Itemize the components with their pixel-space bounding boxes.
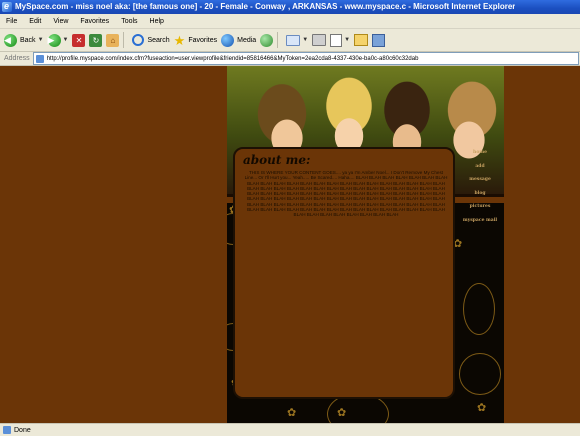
address-label: Address: [4, 55, 30, 62]
menu-bar: File Edit View Favorites Tools Help: [0, 14, 580, 29]
internet-explorer-icon: [2, 0, 12, 13]
about-me-box: about me: THIS IS WHERE YOUR CONTENT GOE…: [233, 147, 455, 399]
chevron-down-icon: ▼: [344, 37, 351, 43]
page-icon: [35, 54, 44, 63]
forward-button[interactable]: ▶ ▼: [47, 31, 69, 49]
messenger-button[interactable]: [372, 31, 386, 49]
back-button[interactable]: ◀ Back ▼: [4, 31, 44, 49]
address-bar: Address http://profile.myspace.com/index…: [0, 52, 580, 66]
search-icon: [132, 34, 145, 46]
swirl-ornament: [459, 353, 501, 395]
chevron-down-icon: ▼: [37, 37, 44, 43]
menu-edit[interactable]: Edit: [23, 18, 47, 25]
back-label: Back: [20, 36, 36, 44]
edit-page-icon: [330, 33, 343, 47]
forward-arrow-icon: ▶: [47, 33, 61, 47]
history-button[interactable]: [260, 31, 274, 49]
nav-myspace-mail-link[interactable]: myspace mail: [463, 218, 497, 223]
search-label: Search: [147, 36, 170, 44]
home-icon: ⌂: [106, 33, 120, 47]
refresh-button[interactable]: ↻: [89, 31, 103, 49]
about-me-text: THIS IS WHERE YOUR CONTENT GOES.... ya y…: [244, 170, 448, 218]
swirl-ornament: [463, 283, 495, 335]
messenger-icon: [372, 33, 386, 47]
status-bar: Done: [0, 423, 580, 436]
window-title: MySpace.com - miss noel aka: [the famous…: [15, 2, 516, 11]
menu-tools[interactable]: Tools: [115, 18, 143, 25]
about-me-heading: about me:: [243, 153, 311, 167]
menu-help[interactable]: Help: [144, 18, 170, 25]
menu-favorites[interactable]: Favorites: [74, 18, 115, 25]
folder-icon: [354, 34, 369, 46]
flower-ornament: ✿: [337, 407, 347, 419]
page-content[interactable]: ✿ ✿ ✿ ✿ ✿ ✿ about me: THIS IS WHERE YOUR…: [0, 66, 580, 423]
refresh-icon: ↻: [89, 33, 103, 47]
address-url[interactable]: http://profile.myspace.com/index.cfm?fus…: [47, 56, 419, 62]
flower-ornament: ✿: [477, 402, 487, 414]
star-icon: ★: [173, 32, 186, 48]
search-button[interactable]: Search: [132, 31, 170, 49]
favorites-label: Favorites: [188, 36, 218, 44]
title-bar: MySpace.com - miss noel aka: [the famous…: [0, 0, 580, 14]
edit-button[interactable]: ▼: [330, 31, 350, 49]
mail-button[interactable]: ▼: [286, 31, 308, 49]
media-button[interactable]: Media: [221, 31, 256, 49]
stop-icon: ✕: [72, 33, 86, 47]
folder-button[interactable]: [354, 31, 369, 49]
media-icon: [221, 33, 235, 47]
page-status-icon: [3, 426, 11, 434]
nav-home-link[interactable]: home: [473, 150, 487, 155]
chevron-down-icon: ▼: [302, 37, 309, 43]
back-arrow-icon: ◀: [4, 33, 17, 47]
chevron-down-icon: ▼: [62, 37, 69, 43]
toolbar: ◀ Back ▼ ▶ ▼ ✕ ↻ ⌂ Search ★ Favorites Me…: [0, 29, 580, 52]
address-input[interactable]: http://profile.myspace.com/index.cfm?fus…: [32, 52, 579, 65]
menu-view[interactable]: View: [47, 18, 74, 25]
home-button[interactable]: ⌂: [106, 31, 120, 49]
toolbar-separator: [277, 32, 279, 48]
nav-blog-link[interactable]: blog: [474, 191, 485, 196]
history-icon: [260, 33, 274, 47]
toolbar-separator: [123, 32, 125, 48]
media-label: Media: [237, 36, 257, 44]
profile-nav: home add message blog pictures myspace m…: [458, 150, 502, 231]
print-button[interactable]: [312, 31, 327, 49]
status-text: Done: [14, 426, 31, 434]
flower-ornament: ✿: [287, 407, 297, 419]
menu-file[interactable]: File: [0, 18, 23, 25]
stop-button[interactable]: ✕: [72, 31, 86, 49]
browser-window: MySpace.com - miss noel aka: [the famous…: [0, 0, 580, 436]
nav-add-link[interactable]: add: [475, 164, 484, 169]
mail-icon: [286, 34, 301, 46]
favorites-button[interactable]: ★ Favorites: [174, 31, 217, 49]
print-icon: [312, 34, 327, 46]
nav-pictures-link[interactable]: pictures: [470, 204, 491, 209]
nav-message-link[interactable]: message: [469, 177, 491, 182]
